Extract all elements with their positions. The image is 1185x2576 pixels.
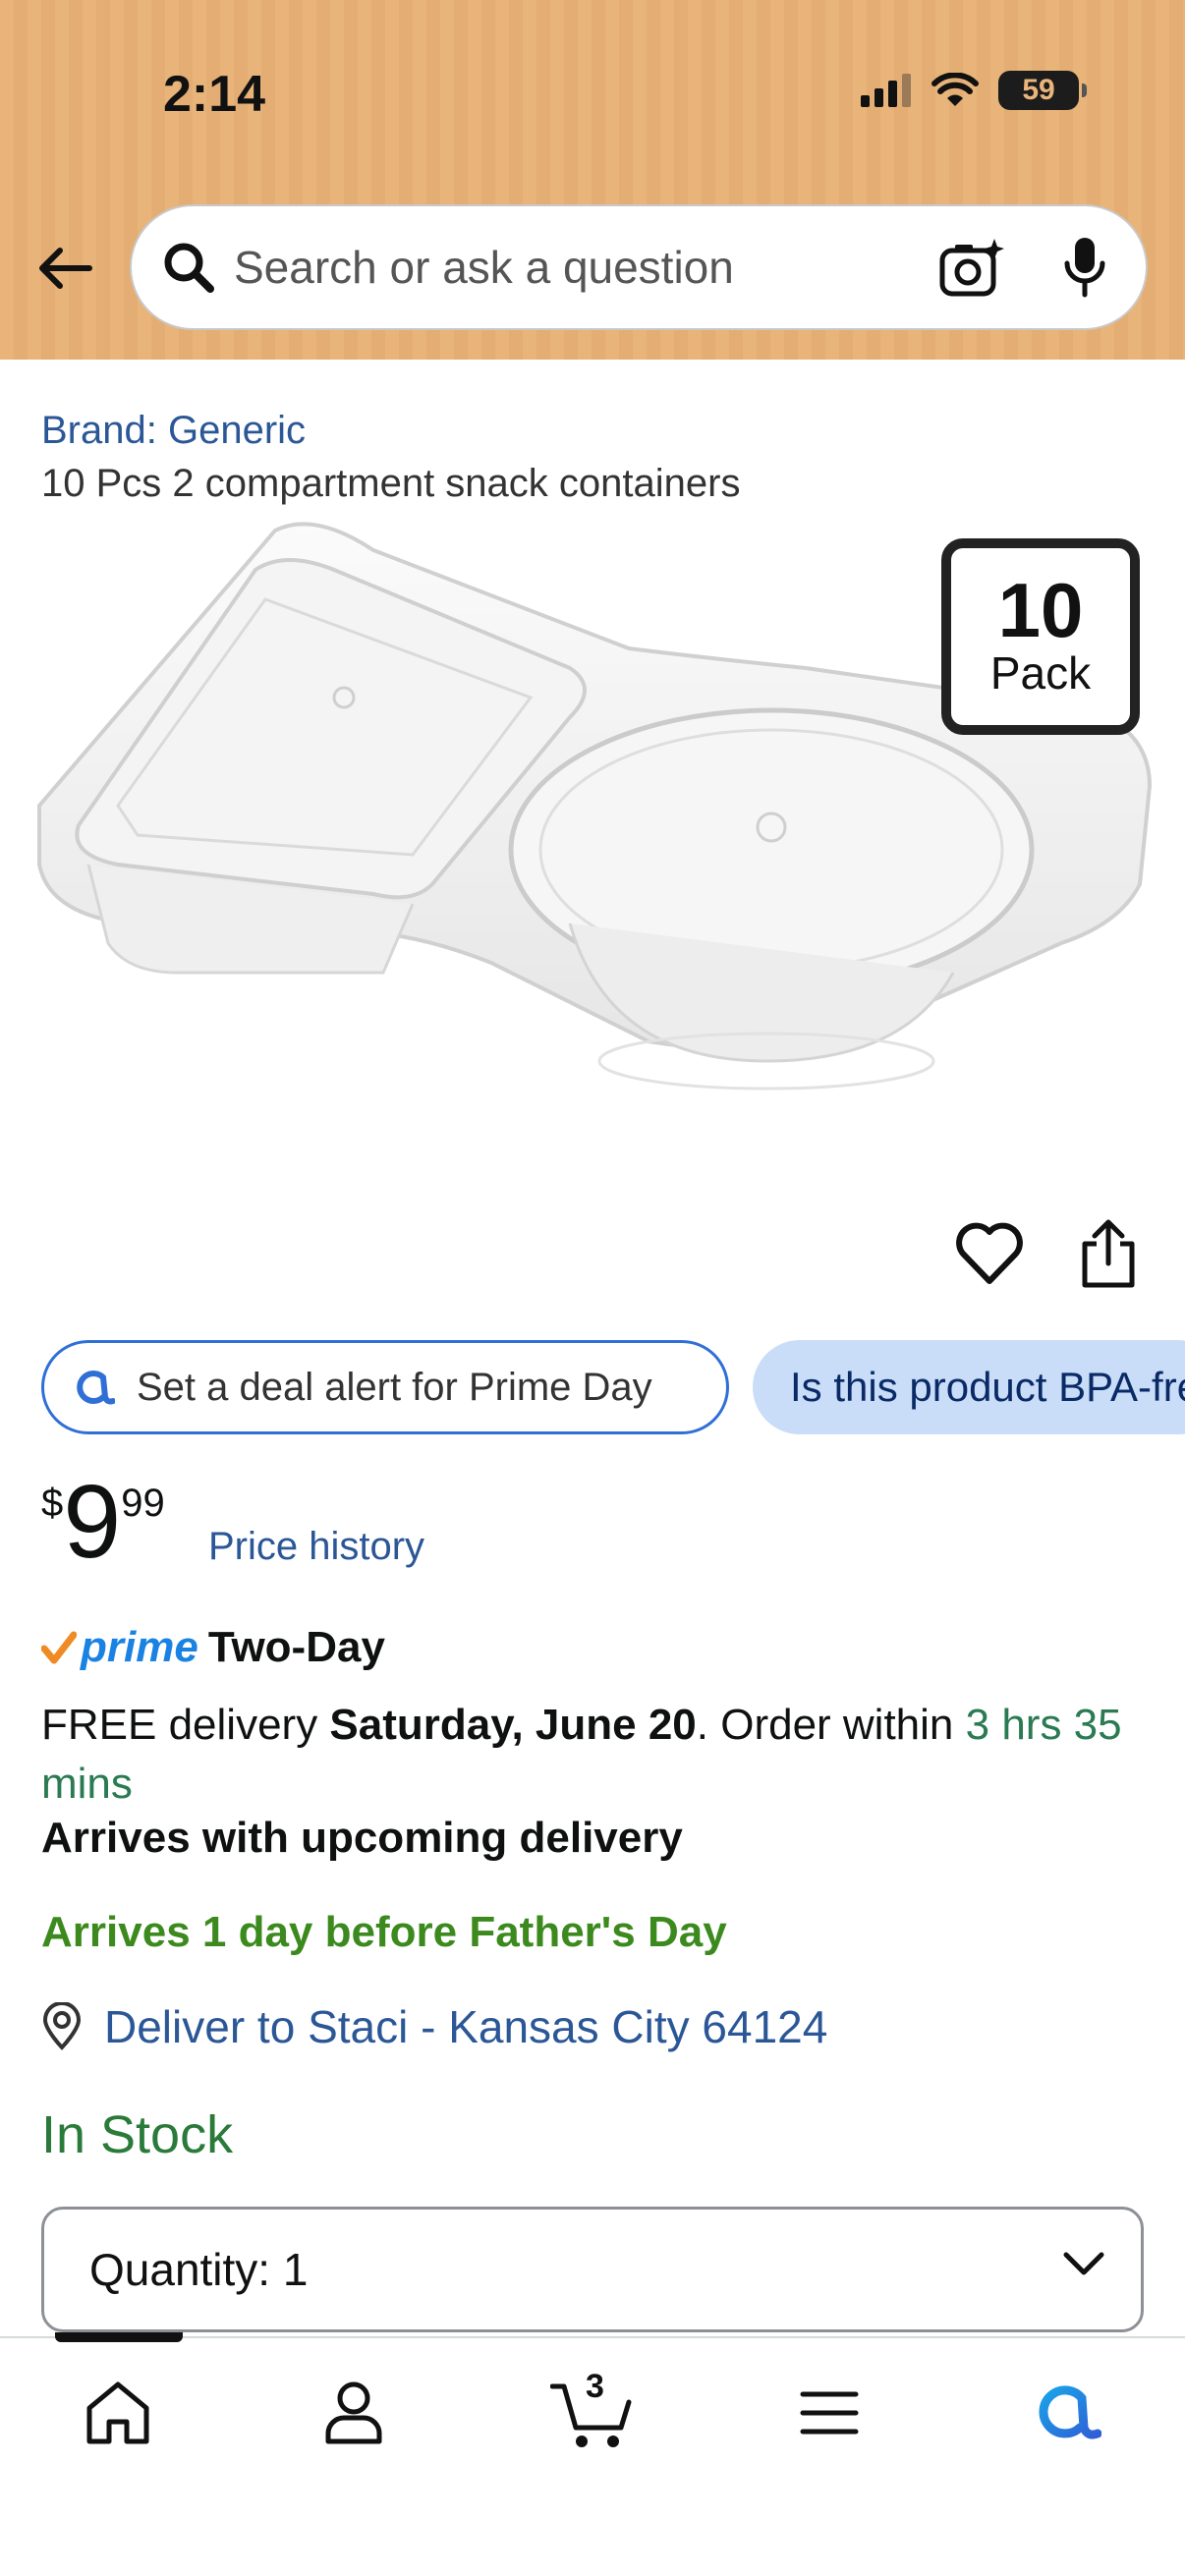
back-button[interactable]	[29, 234, 98, 303]
tab-home[interactable]	[69, 2364, 167, 2462]
wishlist-button[interactable]	[955, 1222, 1024, 1291]
bpa-question-label: Is this product BPA-free?	[790, 1364, 1185, 1410]
prime-label: prime	[81, 1623, 198, 1671]
bpa-question-chip[interactable]: Is this product BPA-free?	[753, 1340, 1185, 1434]
fathers-day-note: Arrives 1 day before Father's Day	[41, 1908, 727, 1956]
tab-rufus[interactable]	[1018, 2364, 1116, 2462]
status-time: 2:14	[163, 66, 266, 123]
prime-badge: prime Two-Day	[41, 1623, 385, 1672]
heart-icon	[956, 1222, 1023, 1284]
price-history-link[interactable]: Price history	[208, 1525, 424, 1569]
quantity-select[interactable]: Quantity: 1	[41, 2207, 1144, 2332]
battery-indicator: 59	[998, 71, 1087, 110]
search-input[interactable]	[234, 241, 939, 294]
pack-number: 10	[997, 566, 1084, 653]
deliver-to-link[interactable]: Deliver to Staci - Kansas City 64124	[41, 2000, 827, 2053]
home-icon	[86, 2381, 149, 2444]
pack-word: Pack	[989, 647, 1092, 700]
microphone-icon[interactable]	[1063, 236, 1106, 299]
search-icon	[159, 238, 218, 297]
cart-count: 3	[586, 2368, 604, 2405]
stock-status: In Stock	[41, 2105, 234, 2164]
price-fraction: 99	[121, 1482, 165, 1525]
account-icon	[325, 2381, 382, 2444]
delivery-info: FREE delivery Saturday, June 20. Order w…	[41, 1696, 1142, 1814]
deal-alert-label: Set a deal alert for Prime Day	[137, 1365, 652, 1409]
chevron-down-icon	[1063, 2252, 1104, 2275]
prime-speed: Two-Day	[207, 1623, 385, 1671]
app-header: 2:14 59	[0, 0, 1185, 360]
share-button[interactable]	[1077, 1218, 1140, 1291]
quantity-value: 1	[282, 2244, 309, 2295]
active-tab-indicator	[55, 2332, 183, 2342]
tab-menu[interactable]	[780, 2364, 878, 2462]
camera-search-icon[interactable]	[939, 237, 1004, 298]
product-title: 10 Pcs 2 compartment snack containers	[41, 462, 741, 505]
battery-level: 59	[1022, 74, 1055, 106]
menu-icon	[800, 2391, 859, 2435]
delivery-date: Saturday, June 20	[329, 1701, 697, 1749]
share-icon	[1082, 1219, 1135, 1288]
quantity-label: Quantity:	[89, 2244, 271, 2295]
price-whole: 9	[63, 1464, 122, 1580]
upcoming-delivery-note: Arrives with upcoming delivery	[41, 1814, 683, 1862]
tab-cart[interactable]: 3	[542, 2364, 641, 2462]
free-delivery-text: FREE delivery	[41, 1701, 330, 1749]
rufus-icon	[1039, 2385, 1101, 2439]
rufus-ai-icon	[74, 1368, 115, 1407]
cellular-signal-icon	[861, 74, 911, 107]
price: $ 9 99	[41, 1470, 165, 1574]
deal-alert-chip[interactable]: Set a deal alert for Prime Day	[41, 1340, 729, 1434]
search-bar[interactable]	[130, 204, 1148, 330]
prime-check-icon	[41, 1631, 77, 1664]
order-within-text: . Order within	[696, 1701, 966, 1749]
tab-account[interactable]	[305, 2364, 403, 2462]
back-arrow-icon	[39, 248, 92, 289]
deliver-to-label: Deliver to Staci - Kansas City 64124	[104, 2001, 828, 2052]
status-icons: 59	[861, 71, 1087, 110]
brand-link[interactable]: Brand: Generic	[41, 409, 306, 453]
wifi-icon	[931, 73, 979, 106]
pack-badge: 10 Pack	[941, 538, 1140, 735]
price-symbol: $	[41, 1482, 64, 1525]
location-pin-icon	[42, 2002, 82, 2050]
